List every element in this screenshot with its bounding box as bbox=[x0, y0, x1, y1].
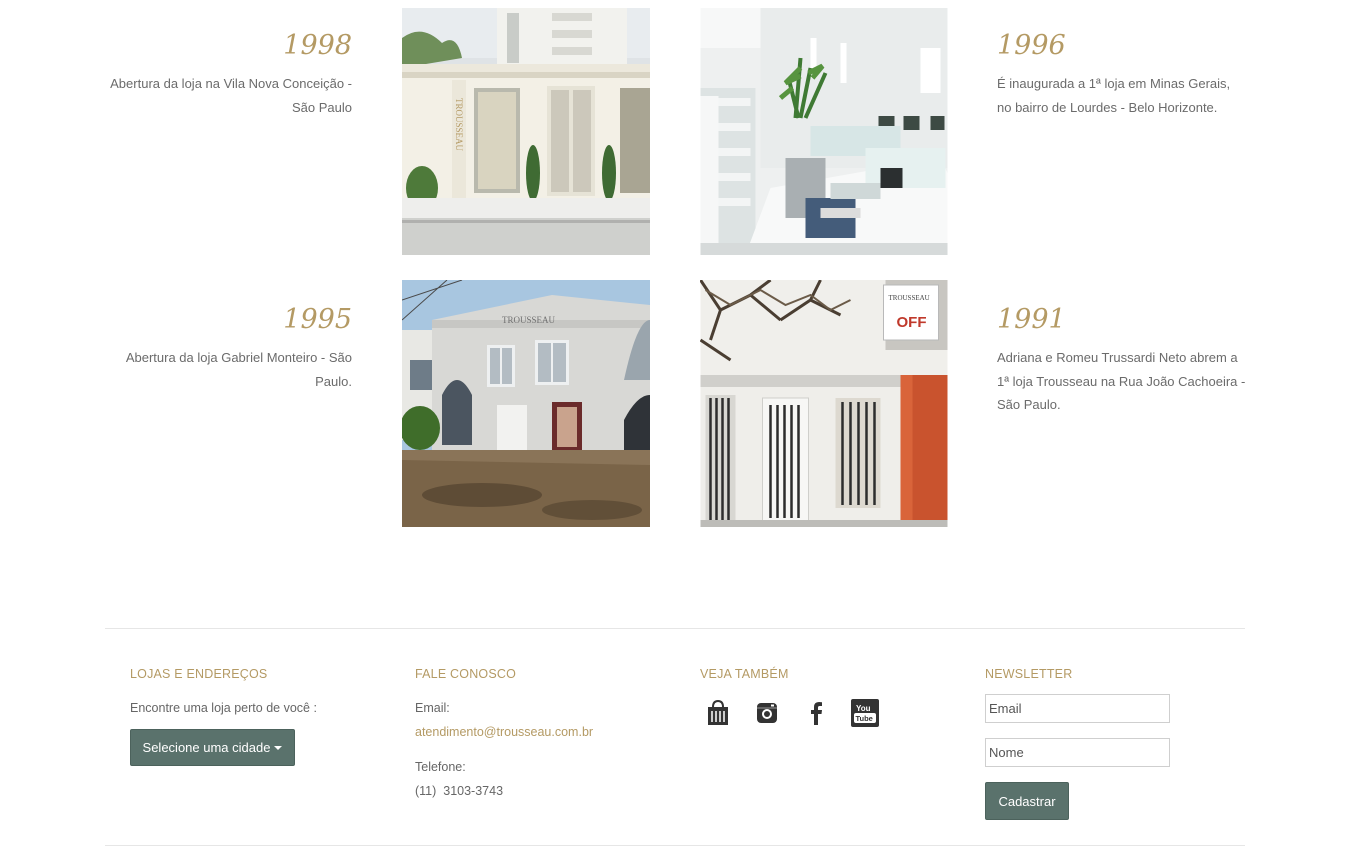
email-label: Email: bbox=[415, 701, 450, 715]
footer-bottom-divider bbox=[105, 845, 1245, 846]
caret-down-icon bbox=[274, 745, 283, 750]
timeline-entry-1995: 1995 Abertura da loja Gabriel Monteiro -… bbox=[107, 304, 352, 393]
phone-number: (11) 3103-3743 bbox=[415, 783, 504, 798]
footer-see-also-column: VEJA TAMBÉM bbox=[700, 666, 789, 682]
contact-heading: FALE CONOSCO bbox=[415, 667, 517, 681]
phone-label: Telefone: bbox=[415, 760, 466, 774]
trousseau-sign-vertical: TROUSSEAU bbox=[454, 98, 464, 152]
timeline-entry-1998: 1998 Abertura da loja na Vila Nova Conce… bbox=[107, 30, 352, 119]
footer-top-divider bbox=[105, 628, 1245, 629]
stores-text: Encontre uma loja perto de você : bbox=[130, 701, 317, 715]
timeline-description: Adriana e Romeu Trussardi Neto abrem a 1… bbox=[997, 350, 1246, 412]
newsletter-email-input[interactable] bbox=[985, 694, 1170, 723]
timeline-year: 1996 bbox=[997, 30, 1066, 61]
newsletter-name-input[interactable] bbox=[985, 738, 1170, 767]
see-also-heading: VEJA TAMBÉM bbox=[700, 667, 789, 681]
timeline-entry-1991: 1991 Adriana e Romeu Trussardi Neto abre… bbox=[997, 304, 1257, 417]
store-interior-photo bbox=[700, 8, 948, 255]
timeline-description: Abertura da loja Gabriel Monteiro - São … bbox=[125, 350, 352, 389]
shopping-bag-icon[interactable] bbox=[703, 698, 733, 728]
first-store-photo: TROUSSEAU OFF bbox=[700, 280, 948, 527]
youtube-icon[interactable]: You Tube bbox=[850, 698, 880, 728]
select-city-button[interactable]: Selecione uma cidade bbox=[130, 729, 295, 766]
newsletter-heading: NEWSLETTER bbox=[985, 667, 1073, 681]
trousseau-off-sign-label: TROUSSEAU bbox=[889, 294, 930, 302]
stores-heading: LOJAS E ENDEREÇOS bbox=[130, 667, 268, 681]
youtube-tube-label: Tube bbox=[856, 714, 873, 723]
subscribe-button[interactable]: Cadastrar bbox=[985, 782, 1069, 820]
timeline-description: É inaugurada a 1ª loja em Minas Gerais, … bbox=[997, 76, 1231, 115]
trousseau-sign: TROUSSEAU bbox=[502, 315, 556, 325]
facebook-icon[interactable] bbox=[801, 698, 831, 728]
storefront-vila-nova-photo: TROUSSEAU bbox=[402, 8, 650, 255]
footer-newsletter-column: NEWSLETTER bbox=[985, 666, 1072, 682]
footer-stores-column: LOJAS E ENDEREÇOS Encontre uma loja pert… bbox=[130, 666, 317, 721]
off-sign: OFF bbox=[897, 314, 927, 331]
youtube-you-label: You bbox=[856, 704, 871, 713]
footer-contact-column: FALE CONOSCO Email: atendimento@troussea… bbox=[415, 666, 593, 803]
timeline-year: 1995 bbox=[283, 304, 352, 335]
email-link[interactable]: atendimento@trousseau.com.br bbox=[415, 721, 593, 745]
timeline-entry-1996: 1996 É inaugurada a 1ª loja em Minas Ger… bbox=[997, 30, 1257, 119]
gabriel-monteiro-building-photo: TROUSSEAU bbox=[402, 280, 650, 527]
instagram-icon[interactable] bbox=[752, 698, 782, 728]
timeline-year: 1998 bbox=[283, 30, 352, 61]
timeline-year: 1991 bbox=[997, 304, 1066, 335]
timeline-description: Abertura da loja na Vila Nova Conceição … bbox=[110, 76, 352, 115]
